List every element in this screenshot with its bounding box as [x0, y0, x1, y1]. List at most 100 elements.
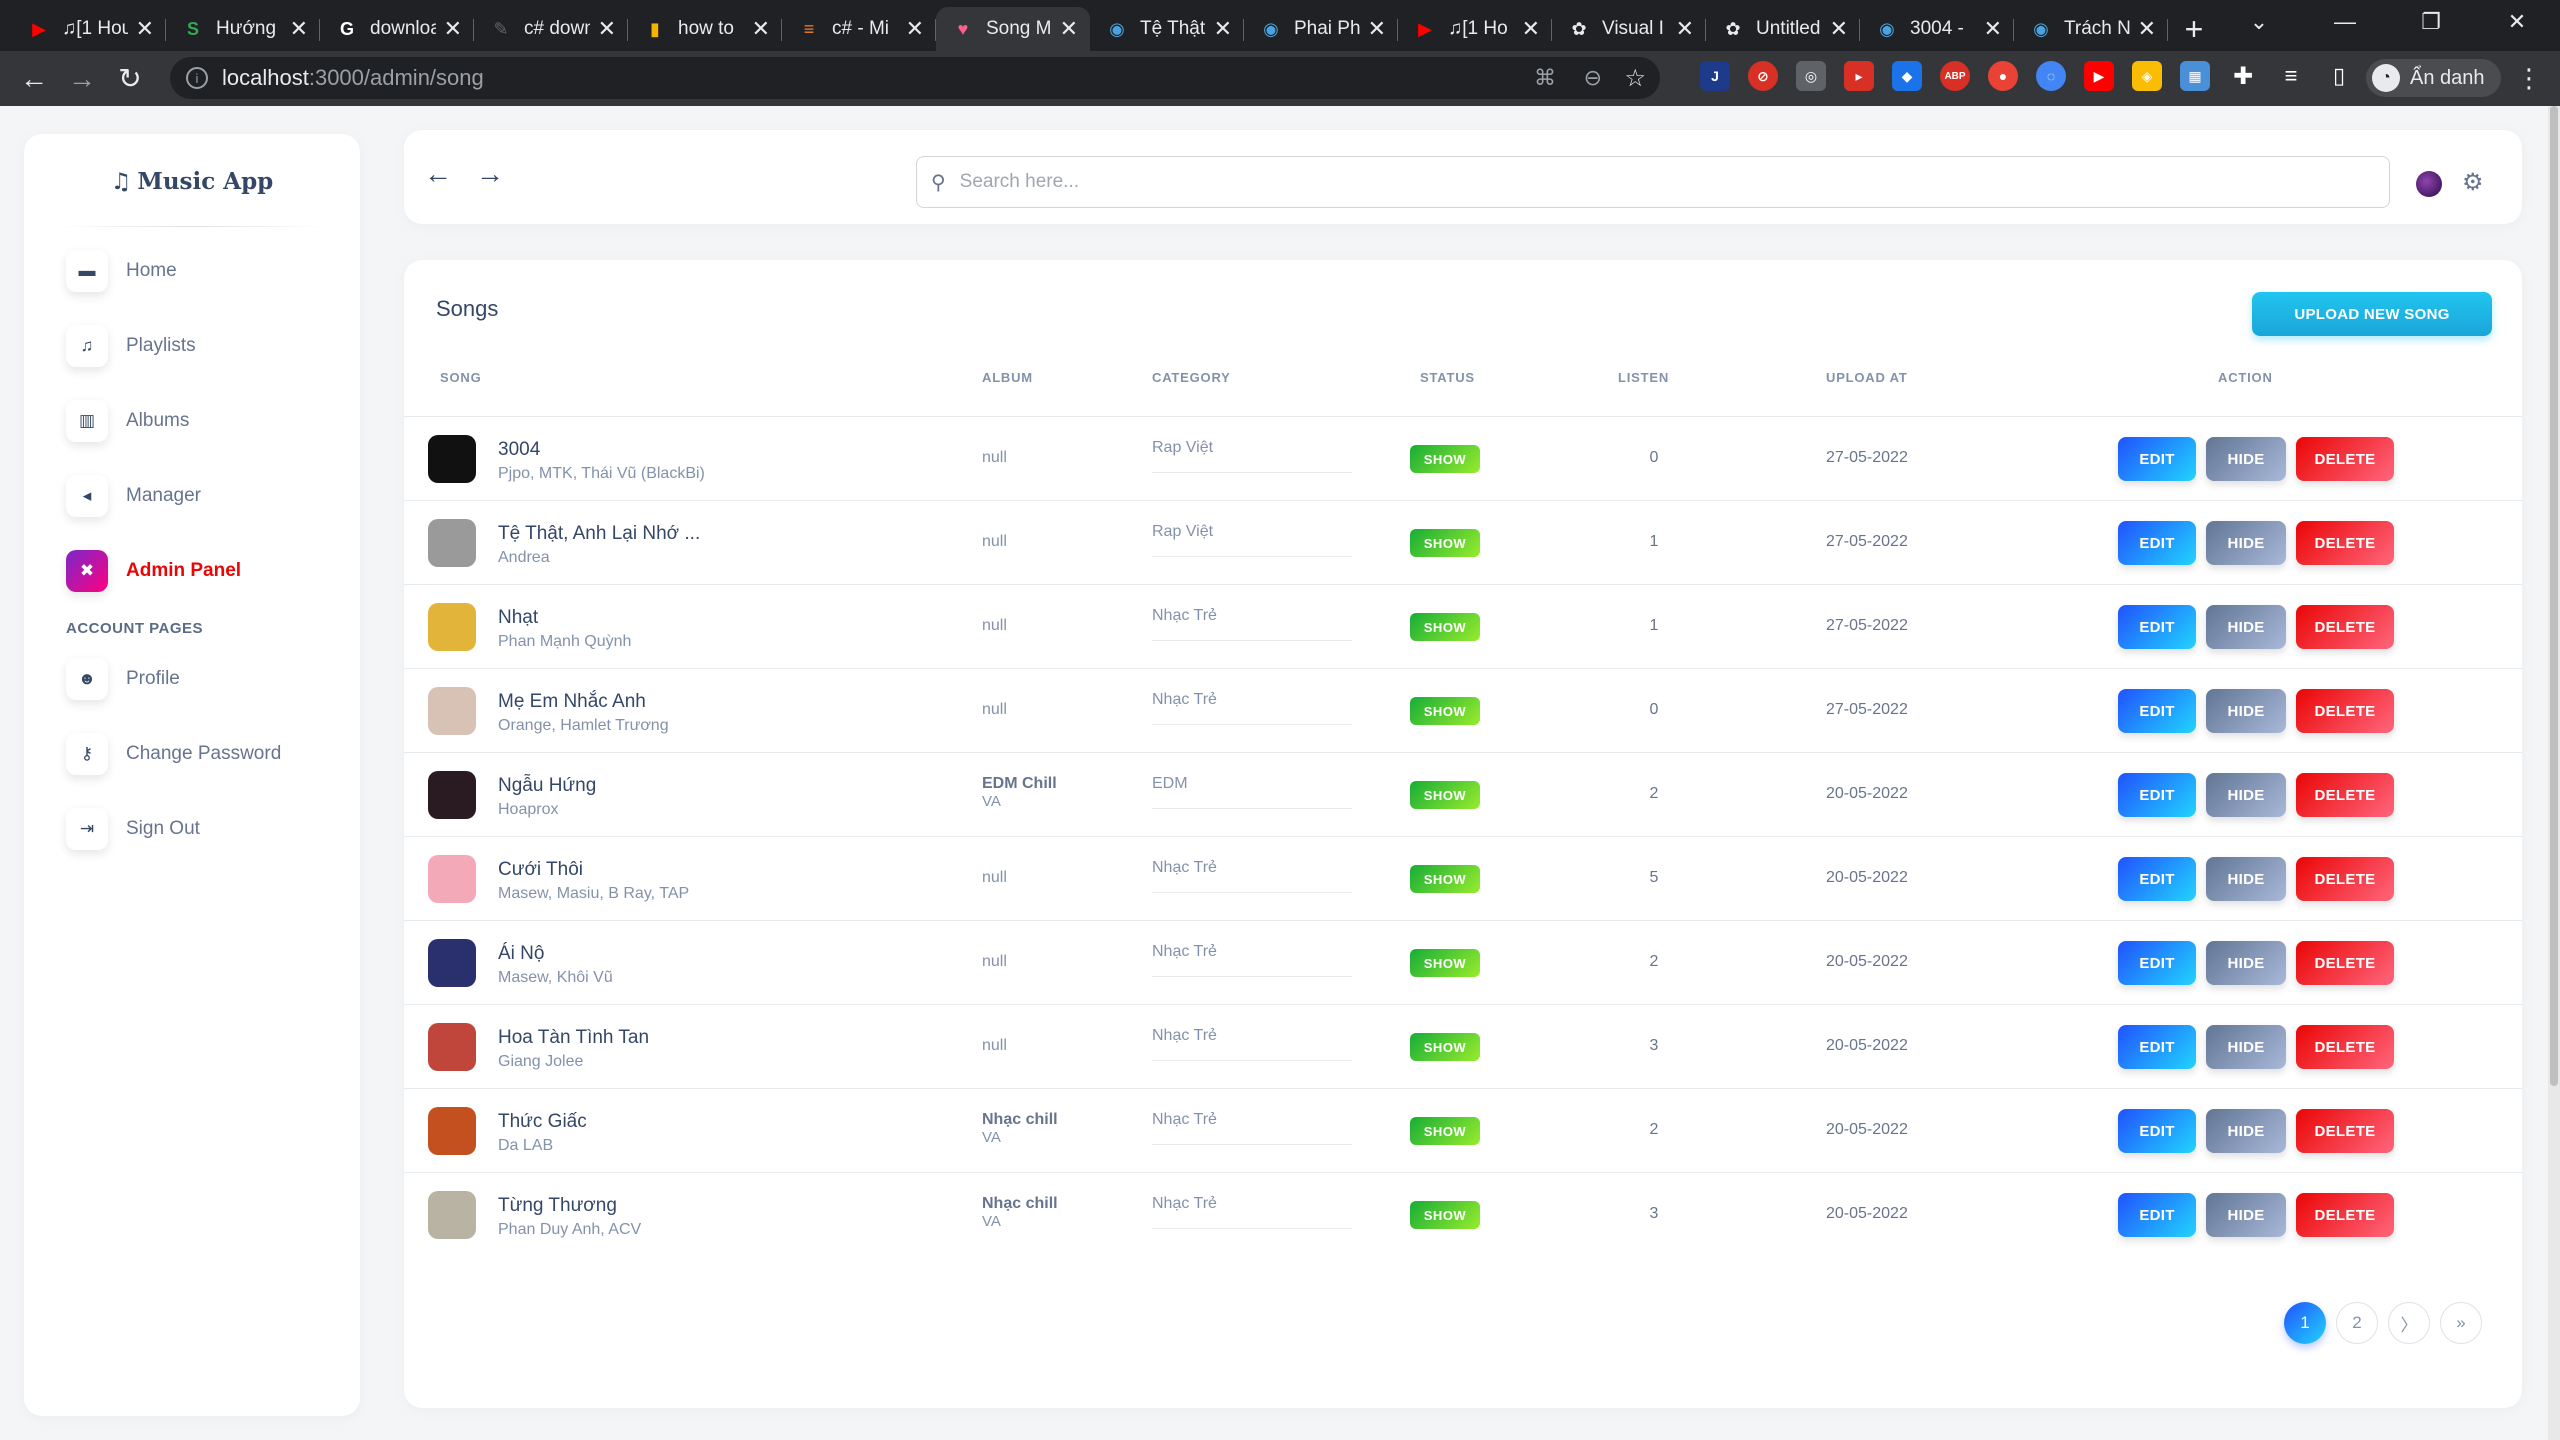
extension-search-icon[interactable]: ◌ — [2036, 61, 2066, 91]
delete-button[interactable]: DELETE — [2296, 521, 2394, 565]
browser-tab[interactable]: ◉ 3004 - ✕ — [1860, 7, 2014, 51]
browser-tab[interactable]: ▶ ♫[1 Hour] ✕ — [12, 7, 166, 51]
tab-close-icon[interactable]: ✕ — [1214, 16, 1232, 42]
extension-drop-icon[interactable]: ◆ — [1892, 61, 1922, 91]
sidebar-item-profile[interactable]: ☻ Profile — [66, 657, 360, 701]
side-panel-icon[interactable]: ▯ — [2324, 61, 2354, 91]
upload-new-song-button[interactable]: UPLOAD NEW SONG — [2252, 292, 2492, 336]
edit-button[interactable]: EDIT — [2118, 1193, 2196, 1237]
incognito-profile-button[interactable]: ◔ Ẩn danh — [2366, 59, 2501, 97]
browser-tab[interactable]: ◉ Phai Ph ✕ — [1244, 7, 1398, 51]
tab-close-icon[interactable]: ✕ — [1830, 16, 1848, 42]
edit-button[interactable]: EDIT — [2118, 1109, 2196, 1153]
tab-close-icon[interactable]: ✕ — [906, 16, 924, 42]
sidebar-item-playlists[interactable]: ♫ Playlists — [66, 324, 360, 368]
hide-button[interactable]: HIDE — [2206, 1025, 2286, 1069]
edit-button[interactable]: EDIT — [2118, 605, 2196, 649]
browser-tab[interactable]: ✿ Untitled ✕ — [1706, 7, 1860, 51]
hide-button[interactable]: HIDE — [2206, 437, 2286, 481]
tab-close-icon[interactable]: ✕ — [1984, 16, 2002, 42]
delete-button[interactable]: DELETE — [2296, 437, 2394, 481]
sidebar-item-manager[interactable]: ◂ Manager — [66, 474, 360, 518]
translate-icon[interactable]: ⌘ — [1534, 65, 1556, 91]
delete-button[interactable]: DELETE — [2296, 605, 2394, 649]
browser-tab[interactable]: ◉ Tệ Thật ✕ — [1090, 7, 1244, 51]
tab-close-icon[interactable]: ✕ — [1522, 16, 1540, 42]
browser-tab[interactable]: ≡ c# - Mi ✕ — [782, 7, 936, 51]
hide-button[interactable]: HIDE — [2206, 1193, 2286, 1237]
sidebar-item-admin-panel[interactable]: ✖ Admin Panel — [66, 549, 360, 593]
extension-youtube-icon[interactable]: ▶ — [2084, 61, 2114, 91]
nav-back-icon[interactable]: ← — [424, 158, 452, 190]
restore-button[interactable]: ❐ — [2388, 0, 2474, 44]
tab-close-icon[interactable]: ✕ — [1676, 16, 1694, 42]
hide-button[interactable]: HIDE — [2206, 521, 2286, 565]
delete-button[interactable]: DELETE — [2296, 773, 2394, 817]
hide-button[interactable]: HIDE — [2206, 1109, 2286, 1153]
delete-button[interactable]: DELETE — [2296, 1109, 2394, 1153]
browser-menu-icon[interactable]: ⋮ — [2516, 63, 2542, 94]
edit-button[interactable]: EDIT — [2118, 689, 2196, 733]
sidebar-item-home[interactable]: ▬ Home — [66, 249, 360, 293]
browser-tab[interactable]: ✎ c# down ✕ — [474, 7, 628, 51]
browser-tab[interactable]: S Hướng dẫn ✕ — [166, 7, 320, 51]
media-control-icon[interactable]: ≡ — [2276, 61, 2306, 91]
edit-button[interactable]: EDIT — [2118, 773, 2196, 817]
sidebar-item-sign-out[interactable]: ⇥ Sign Out — [66, 807, 360, 851]
edit-button[interactable]: EDIT — [2118, 521, 2196, 565]
delete-button[interactable]: DELETE — [2296, 689, 2394, 733]
extensions-puzzle-icon[interactable]: ✚ — [2228, 61, 2258, 91]
extension-gamepad-icon[interactable]: ◎ — [1796, 61, 1826, 91]
browser-tab[interactable]: ▶ ♫[1 Ho ✕ — [1398, 7, 1552, 51]
address-bar[interactable]: i localhost:3000/admin/song ⌘ ⊖ ☆ — [170, 57, 1660, 99]
tab-close-icon[interactable]: ✕ — [290, 16, 308, 42]
extension-block-icon[interactable]: ⊘ — [1748, 61, 1778, 91]
tab-close-icon[interactable]: ✕ — [136, 16, 154, 42]
edit-button[interactable]: EDIT — [2118, 941, 2196, 985]
gear-icon[interactable]: ⚙ — [2462, 168, 2484, 197]
sidebar-item-albums[interactable]: ▥ Albums — [66, 399, 360, 443]
hide-button[interactable]: HIDE — [2206, 773, 2286, 817]
browser-tab[interactable]: ◉ Trách N ✕ — [2014, 7, 2168, 51]
tab-close-icon[interactable]: ✕ — [444, 16, 462, 42]
delete-button[interactable]: DELETE — [2296, 1193, 2394, 1237]
hide-button[interactable]: HIDE — [2206, 689, 2286, 733]
edit-button[interactable]: EDIT — [2118, 857, 2196, 901]
last-page-button[interactable]: » — [2440, 1302, 2482, 1344]
tab-close-icon[interactable]: ✕ — [1368, 16, 1386, 42]
browser-tab[interactable]: ♥ Song M ✕ — [936, 7, 1090, 51]
minimize-button[interactable]: — — [2302, 0, 2388, 44]
close-window-button[interactable]: ✕ — [2474, 0, 2560, 44]
hide-button[interactable]: HIDE — [2206, 941, 2286, 985]
tab-close-icon[interactable]: ✕ — [598, 16, 616, 42]
tab-close-icon[interactable]: ✕ — [752, 16, 770, 42]
page-scrollbar[interactable] — [2548, 106, 2560, 1440]
delete-button[interactable]: DELETE — [2296, 941, 2394, 985]
back-icon[interactable]: ← — [10, 55, 58, 103]
extension-abp-icon[interactable]: ABP — [1940, 61, 1970, 91]
reload-icon[interactable]: ↻ — [106, 55, 154, 103]
extension-yellow-icon[interactable]: ◈ — [2132, 61, 2162, 91]
tab-close-icon[interactable]: ✕ — [2138, 16, 2156, 42]
page-button[interactable]: 1 — [2284, 1302, 2326, 1344]
new-tab-button[interactable]: + — [2168, 7, 2220, 51]
tab-close-icon[interactable]: ✕ — [1060, 16, 1078, 42]
delete-button[interactable]: DELETE — [2296, 857, 2394, 901]
extension-red-icon[interactable]: ● — [1988, 61, 2018, 91]
forward-icon[interactable]: → — [58, 55, 106, 103]
browser-tab[interactable]: Gdownload ✕ — [320, 7, 474, 51]
nav-forward-icon[interactable]: → — [476, 158, 504, 190]
browser-tab[interactable]: ▮ how to ✕ — [628, 7, 782, 51]
scrollbar-thumb[interactable] — [2550, 106, 2558, 1086]
extension-play-icon[interactable]: ▸ — [1844, 61, 1874, 91]
bookmark-star-icon[interactable]: ☆ — [1624, 64, 1646, 93]
hide-button[interactable]: HIDE — [2206, 857, 2286, 901]
page-button[interactable]: 2 — [2336, 1302, 2378, 1344]
extension-picture-icon[interactable]: ▦ — [2180, 61, 2210, 91]
delete-button[interactable]: DELETE — [2296, 1025, 2394, 1069]
next-page-button[interactable]: 〉 — [2388, 1302, 2430, 1344]
sidebar-item-change-password[interactable]: ⚷ Change Password — [66, 732, 360, 776]
site-info-icon[interactable]: i — [186, 67, 208, 89]
browser-tab[interactable]: ✿ Visual I ✕ — [1552, 7, 1706, 51]
brand[interactable]: ♫ Music App — [24, 136, 360, 226]
